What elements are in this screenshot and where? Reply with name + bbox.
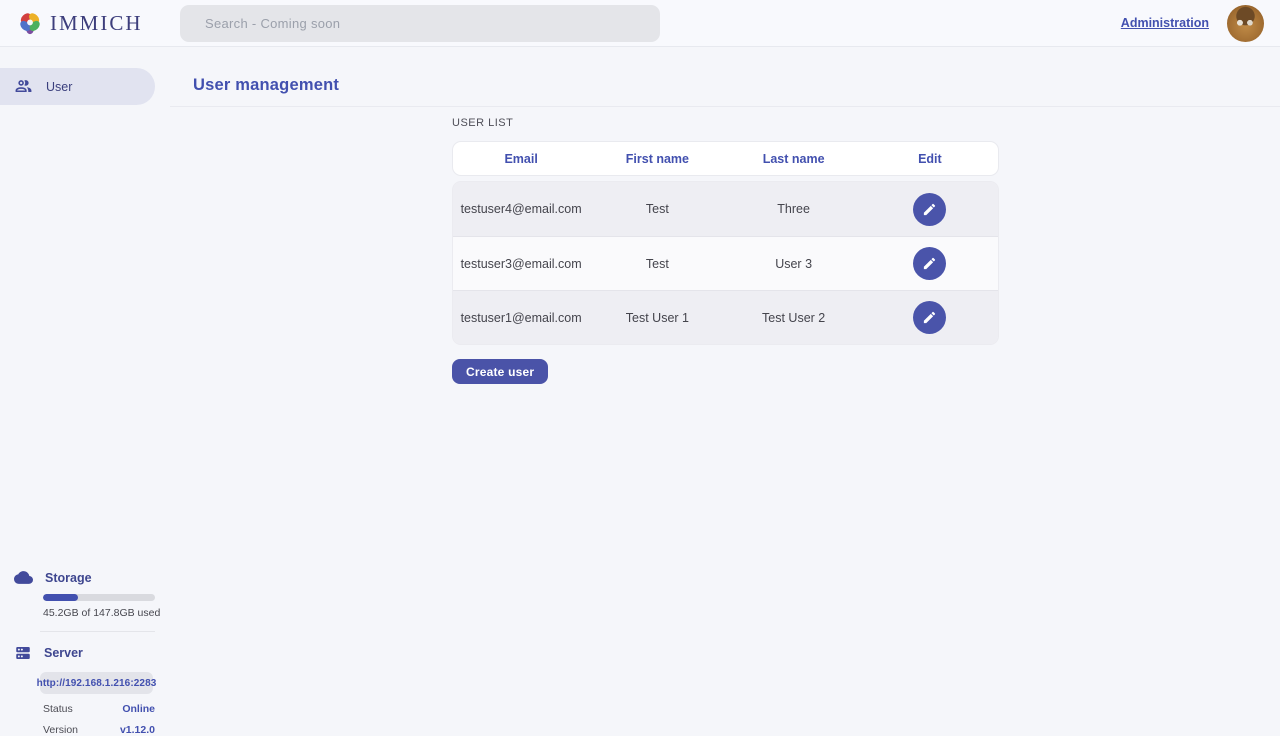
header-divider: [170, 106, 1280, 107]
people-icon: [14, 77, 33, 96]
pencil-icon: [922, 310, 937, 325]
column-header-last-name: Last name: [726, 152, 862, 166]
edit-user-button[interactable]: [913, 247, 946, 280]
pencil-icon: [922, 202, 937, 217]
version-value: v1.12.0: [120, 724, 155, 736]
storage-usage-text: 45.2GB of 147.8GB used: [43, 607, 170, 619]
server-icon: [14, 644, 32, 662]
cell-email: testuser3@email.com: [453, 257, 589, 271]
storage-title: Storage: [45, 571, 92, 585]
sidebar-item-label: User: [46, 80, 72, 94]
edit-user-button[interactable]: [913, 193, 946, 226]
cloud-icon: [14, 568, 33, 587]
server-version-row: Version v1.12.0: [43, 724, 155, 736]
column-header-edit: Edit: [862, 152, 998, 166]
user-list-label: USER LIST: [452, 117, 999, 129]
cell-email: testuser1@email.com: [453, 311, 589, 325]
cell-last-name: User 3: [726, 257, 862, 271]
footer-divider: [40, 631, 155, 632]
status-label: Status: [43, 703, 73, 715]
server-status-row: Status Online: [43, 703, 155, 715]
top-bar-right: Administration: [1121, 5, 1264, 42]
server-section-header: Server: [0, 644, 170, 662]
top-bar: IMMICH Administration: [0, 0, 1280, 47]
column-header-first-name: First name: [589, 152, 725, 166]
immich-logo[interactable]: IMMICH: [16, 9, 162, 37]
edit-user-button[interactable]: [913, 301, 946, 334]
create-user-button[interactable]: Create user: [452, 359, 548, 384]
search-bar: [180, 5, 660, 42]
cell-last-name: Test User 2: [726, 311, 862, 325]
status-value: Online: [122, 703, 155, 715]
cell-last-name: Three: [726, 202, 862, 216]
server-url-badge: http://192.168.1.216:2283: [40, 672, 153, 694]
sidebar-footer: Storage 45.2GB of 147.8GB used Server ht…: [0, 568, 170, 736]
version-label: Version: [43, 724, 78, 736]
user-table-body: testuser4@email.com Test Three testuser3…: [452, 181, 999, 345]
cell-edit: [862, 301, 998, 334]
cell-first-name: Test: [589, 202, 725, 216]
sidebar-item-user[interactable]: User: [0, 68, 155, 105]
page-title: User management: [193, 76, 339, 95]
table-row: testuser1@email.com Test User 1 Test Use…: [453, 290, 998, 344]
storage-progress-bar: [43, 594, 155, 601]
server-title: Server: [44, 646, 83, 660]
user-management-content: USER LIST Email First name Last name Edi…: [452, 117, 999, 384]
cell-edit: [862, 247, 998, 280]
table-row: testuser3@email.com Test User 3: [453, 236, 998, 290]
storage-progress-fill: [43, 594, 78, 601]
cell-first-name: Test User 1: [589, 311, 725, 325]
search-input[interactable]: [180, 5, 660, 42]
pencil-icon: [922, 256, 937, 271]
administration-link[interactable]: Administration: [1121, 16, 1209, 30]
storage-section-header: Storage: [0, 568, 170, 587]
user-table-header: Email First name Last name Edit: [452, 141, 999, 176]
cell-edit: [862, 193, 998, 226]
cell-first-name: Test: [589, 257, 725, 271]
immich-flower-icon: [16, 9, 44, 37]
cell-email: testuser4@email.com: [453, 202, 589, 216]
immich-admin-page: { "theme": { "accent": "#4250af", "butto…: [0, 0, 1280, 730]
column-header-email: Email: [453, 152, 589, 166]
table-row: testuser4@email.com Test Three: [453, 182, 998, 236]
logo-text: IMMICH: [50, 11, 143, 36]
user-avatar[interactable]: [1227, 5, 1264, 42]
